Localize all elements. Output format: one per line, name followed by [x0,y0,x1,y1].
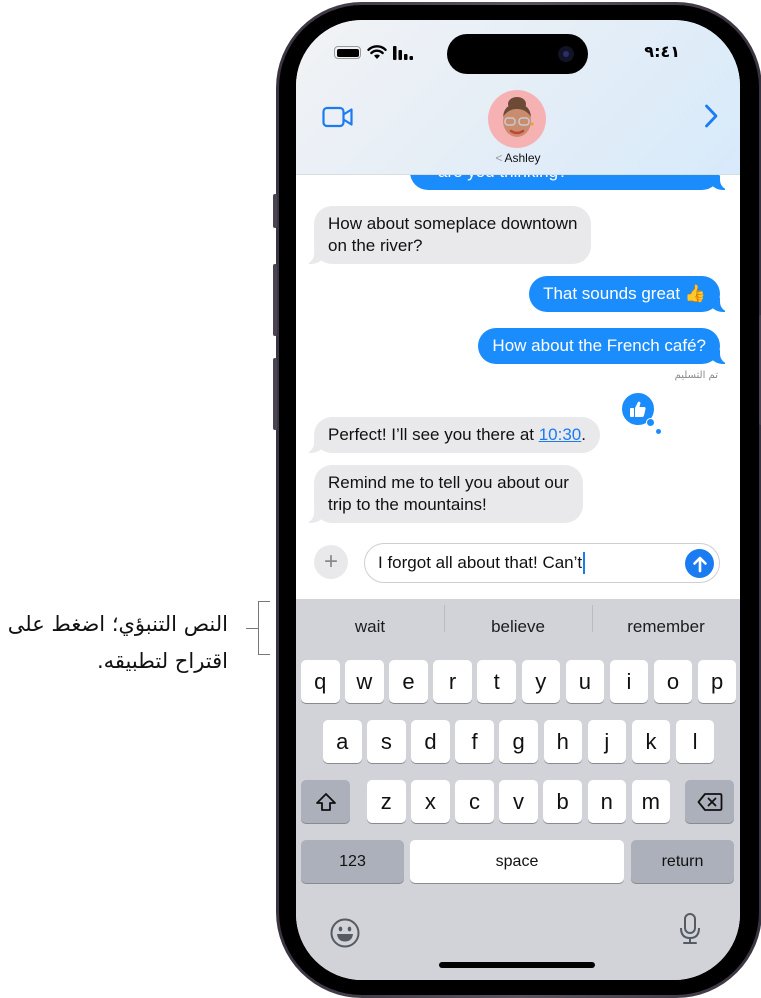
emoji-button[interactable] [329,917,361,954]
suggestion-wait[interactable]: wait [296,617,444,637]
cellular-signal-icon [393,45,413,60]
chevron-right-icon [705,104,718,128]
key-y[interactable]: y [521,660,560,703]
action-button [273,194,277,228]
apps-plus-button[interactable]: + [314,545,348,579]
message-bubble-outgoing[interactable]: That sounds great 👍 [529,276,730,312]
key-n[interactable]: n [587,780,626,823]
suggestion-believe[interactable]: believe [444,605,592,637]
key-m[interactable]: m [631,780,671,823]
message-bubble-incoming[interactable]: Remind me to tell you about our trip to … [304,465,583,523]
message-text: How about the French café? [492,336,706,355]
key-u[interactable]: u [565,660,605,703]
tapback-tail-dot [646,418,655,427]
conversation-header: ٩:٤١ < Ashley [296,20,740,175]
home-indicator [439,962,595,968]
battery-icon [334,46,361,59]
volume-up-button [273,264,277,336]
key-w[interactable]: w [345,660,384,703]
key-d[interactable]: d [411,720,450,763]
shift-icon [315,792,336,811]
delivered-status: تم التسليم [674,370,718,381]
key-b[interactable]: b [543,780,582,823]
contact-avatar[interactable] [488,90,546,148]
key-s[interactable]: s [367,720,406,763]
key-z[interactable]: z [367,780,406,823]
status-icons [334,45,415,60]
status-time: ٩:٤١ [644,42,680,61]
wifi-icon [367,45,387,59]
message-input-value: I forgot all about that! Can’t [378,553,583,572]
contact-name: Ashley [504,151,541,165]
key-x[interactable]: x [411,780,450,823]
message-text: Remind me to tell you about our trip to … [328,473,569,514]
volume-down-button [273,358,277,430]
microphone-icon [680,913,700,944]
key-l[interactable]: l [675,720,715,763]
callout-text: النص التنبؤي؛ اضغط على اقتراح لتطبيقه. [7,612,228,673]
key-e[interactable]: e [389,660,428,703]
key-t[interactable]: t [477,660,516,703]
keyboard: wait believe remember qwertyuiop asdfghjk… [296,599,740,980]
key-c[interactable]: c [455,780,494,823]
memoji-avatar-icon [503,97,534,137]
contact-details-button[interactable] [704,104,718,133]
emoji-icon [330,918,360,948]
back-glyph: < [495,151,503,165]
contact-name-button[interactable]: < Ashley [296,151,740,165]
message-text: Perfect! I’ll see you there at 10:30. [328,425,586,444]
key-f[interactable]: f [455,720,494,763]
front-camera [558,46,574,62]
message-text: How about someplace downtown on the rive… [328,214,578,255]
video-camera-icon [322,106,353,128]
key-p[interactable]: p [697,660,737,703]
message-bubble-incoming[interactable]: How about someplace downtown on the rive… [303,206,592,264]
key-j[interactable]: j [587,720,627,763]
phone-screen: ٩:٤١ < Ashley How about someplace downto… [296,20,740,980]
text-cursor [583,552,586,574]
plus-icon: + [323,548,338,575]
delete-icon [697,792,722,811]
tapback-tail-dot [656,429,661,434]
message-text: That sounds great [543,284,681,303]
callout-leader-line [246,628,258,629]
shift-key[interactable] [301,780,350,823]
dynamic-island [447,34,588,74]
message-bubble-incoming[interactable]: Perfect! I’ll see you there at 10:30. [304,417,600,453]
thumbs-up-icon [630,401,646,417]
arrow-up-icon [692,556,707,572]
time-link[interactable]: 10:30 [539,425,582,444]
numbers-key[interactable]: 123 [301,840,404,883]
key-o[interactable]: o [653,660,693,703]
dictation-button[interactable] [678,912,702,951]
predictive-text-callout: النص التنبؤي؛ اضغط على اقتراح لتطبيقه. [0,606,250,680]
key-g[interactable]: g [499,720,538,763]
message-bubble-outgoing[interactable]: How about the French café? [478,328,730,364]
send-button[interactable] [685,549,714,578]
key-i[interactable]: i [609,660,649,703]
predictive-text-bar: wait believe remember [296,599,740,655]
return-key[interactable]: return [631,840,734,883]
space-key[interactable]: space [410,840,624,883]
callout-bracket [258,601,270,655]
facetime-video-button[interactable] [322,106,354,133]
key-h[interactable]: h [543,720,582,763]
key-r[interactable]: r [433,660,472,703]
suggestion-remember[interactable]: remember [592,605,740,637]
key-v[interactable]: v [499,780,538,823]
key-q[interactable]: q [301,660,340,703]
key-a[interactable]: a [323,720,362,763]
thumbs-up-emoji: 👍 [684,284,706,303]
delete-key[interactable] [685,780,734,823]
key-k[interactable]: k [631,720,671,763]
message-input[interactable]: I forgot all about that! Can’t [364,543,720,583]
